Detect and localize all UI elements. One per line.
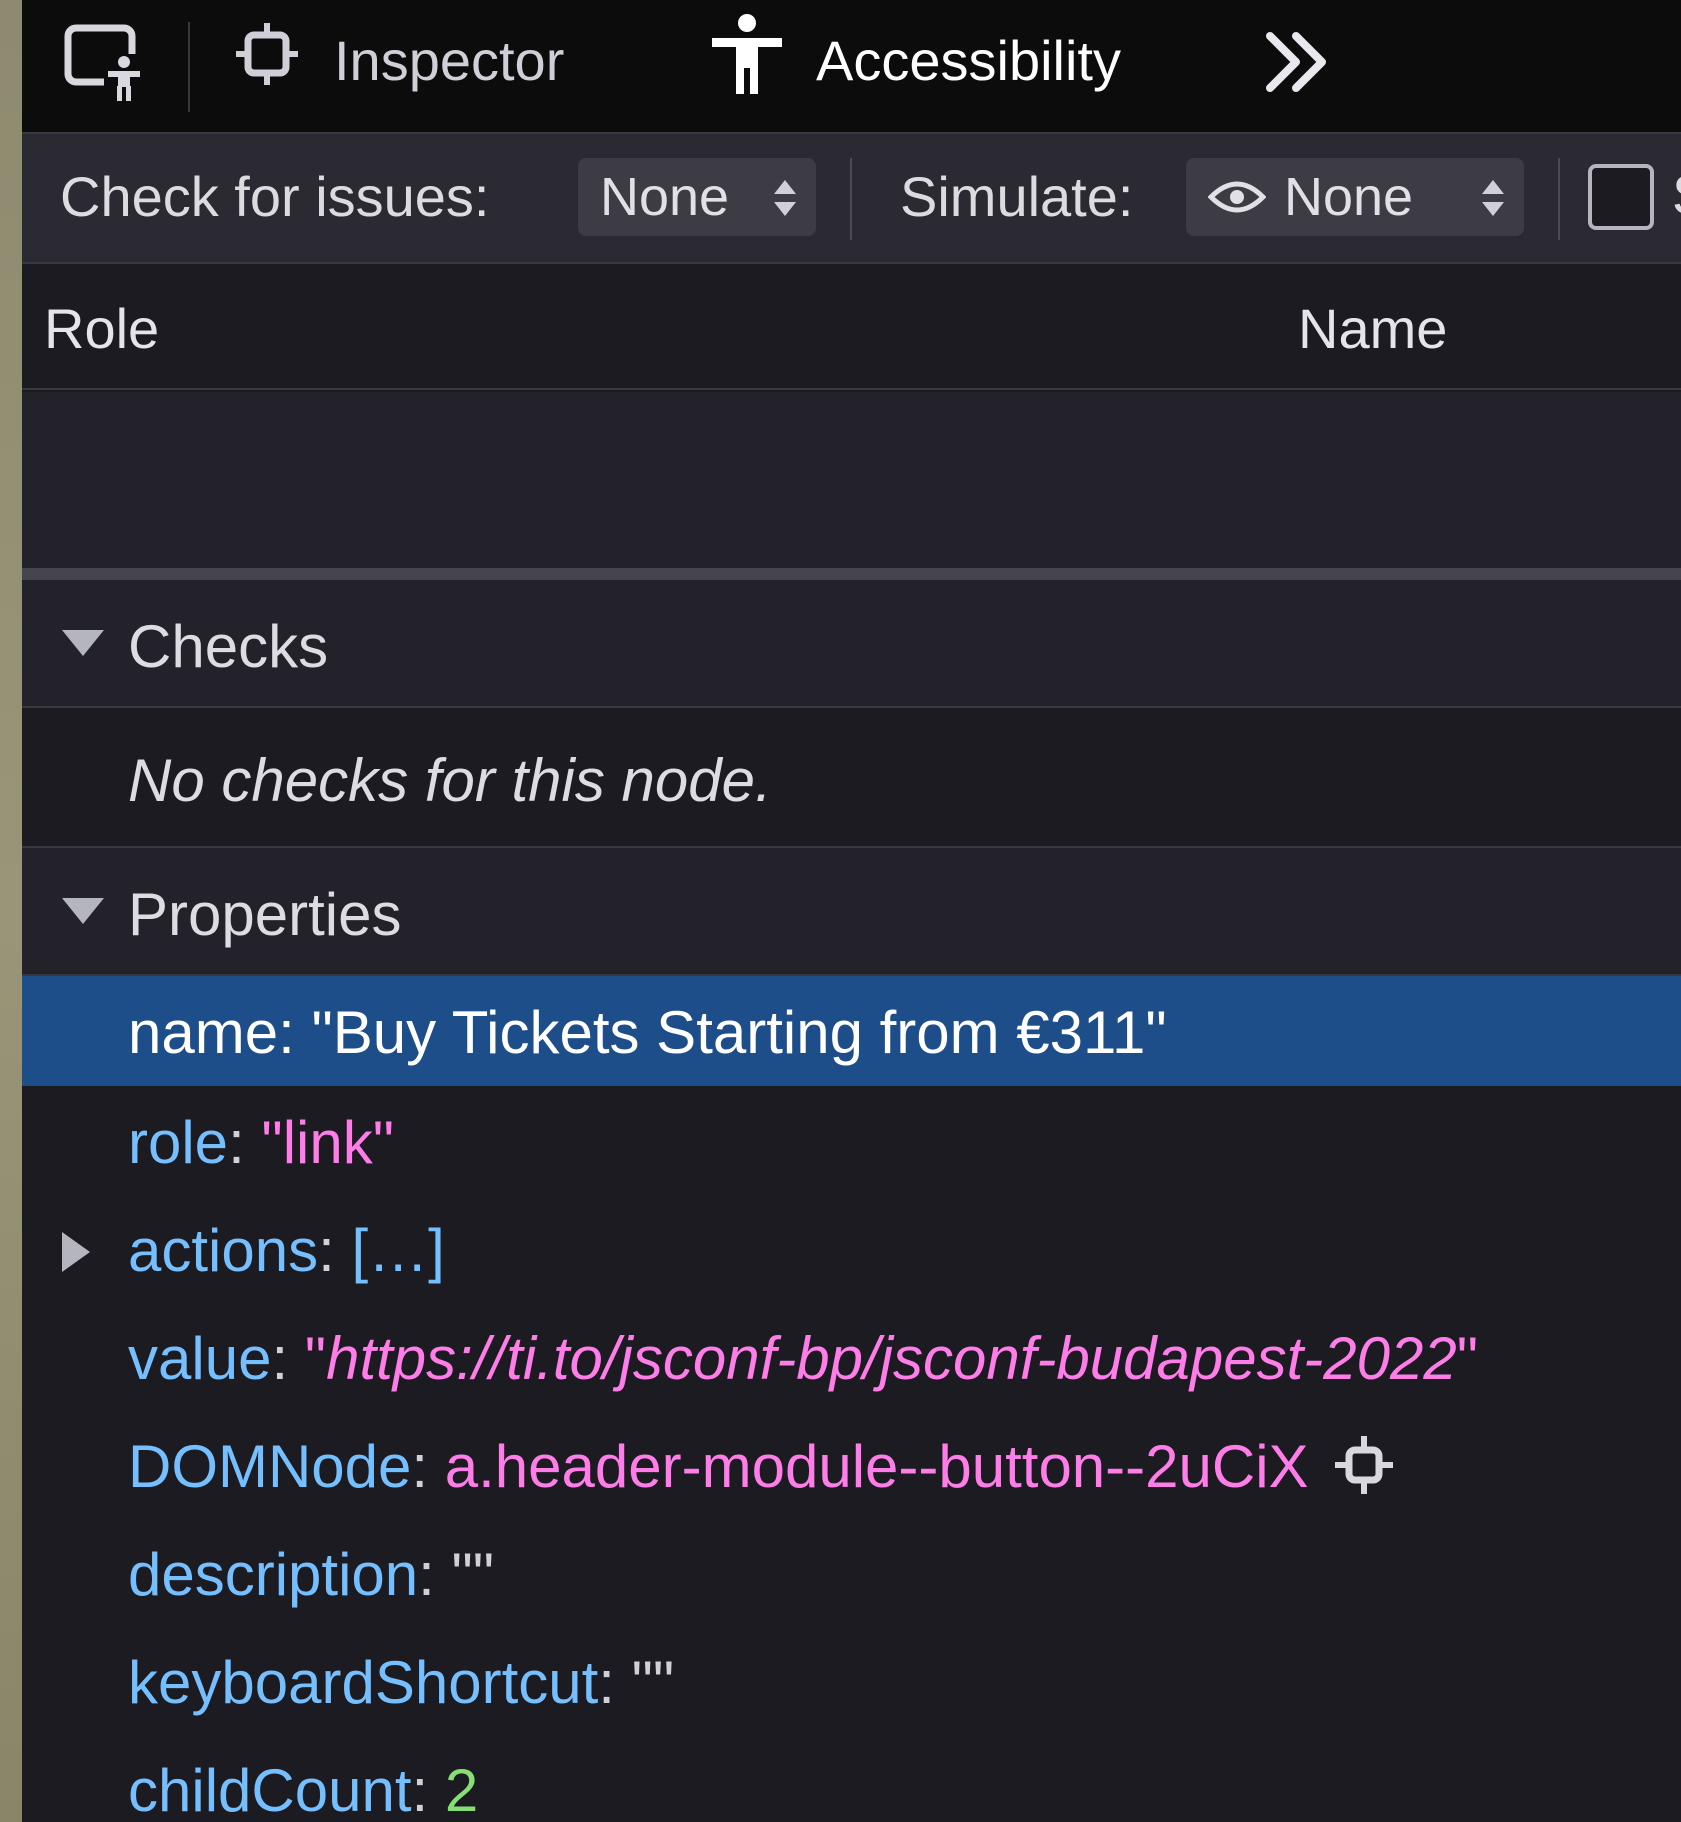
property-value-open-quote: " xyxy=(304,1325,327,1392)
property-value-url: https://ti.to/jsconf-bp/jsconf-budapest-… xyxy=(326,1325,1457,1392)
property-value: "link" xyxy=(261,1109,395,1176)
simulate-value: None xyxy=(1284,167,1414,227)
property-key: keyboardShortcut xyxy=(128,1649,599,1716)
tab-accessibility-label: Accessibility xyxy=(816,28,1121,92)
devtools-window: Inspector Accessibility Check for issues… xyxy=(0,0,1681,1822)
property-key: actions xyxy=(128,1217,319,1284)
property-value-close-quote: " xyxy=(1456,1325,1479,1392)
property-row-keyboard-shortcut[interactable]: keyboardShortcut: "" xyxy=(22,1626,1681,1736)
checks-section-header[interactable]: Checks xyxy=(22,580,1681,708)
accessibility-tree-body[interactable] xyxy=(22,392,1681,568)
more-tabs-button[interactable] xyxy=(1262,22,1342,102)
tab-accessibility[interactable]: Accessibility xyxy=(712,10,1121,110)
toolbar-separator xyxy=(1558,158,1560,240)
checks-title: Checks xyxy=(128,613,329,680)
simulate-label: Simulate: xyxy=(900,165,1134,228)
column-header-name[interactable]: Name xyxy=(1298,296,1447,361)
simulate-select[interactable]: None xyxy=(1186,158,1524,236)
property-key: value xyxy=(128,1325,272,1392)
property-row-value[interactable]: value: "https://ti.to/jsconf-bp/jsconf-b… xyxy=(22,1302,1681,1412)
property-colon: : xyxy=(411,1757,445,1822)
checks-empty-message: No checks for this node. xyxy=(22,710,1681,848)
property-key: role xyxy=(128,1109,229,1176)
no-checks-text: No checks for this node. xyxy=(128,747,772,814)
accessibility-icon xyxy=(712,13,782,107)
property-colon: : xyxy=(278,999,312,1066)
check-for-issues-value: None xyxy=(600,167,730,227)
property-colon: : xyxy=(598,1649,632,1716)
inspector-icon xyxy=(234,21,300,100)
accessibility-picker-button[interactable] xyxy=(64,22,154,102)
devtools-panel: Inspector Accessibility Check for issues… xyxy=(22,0,1681,1822)
checkbox-label-truncated: S xyxy=(1672,162,1681,227)
panel-splitter[interactable] xyxy=(22,568,1681,580)
property-key: childCount xyxy=(128,1757,412,1822)
devtools-tab-bar: Inspector Accessibility xyxy=(22,0,1681,134)
tree-header: Role Name xyxy=(22,264,1681,390)
select-node-icon[interactable] xyxy=(1331,1432,1397,1498)
property-row-child-count[interactable]: childCount: 2 xyxy=(22,1734,1681,1822)
property-colon: : xyxy=(228,1109,262,1176)
eye-icon xyxy=(1208,181,1266,213)
property-row-role[interactable]: role: "link" xyxy=(22,1086,1681,1196)
accessibility-toolbar: Check for issues: None Simulate: None xyxy=(22,134,1681,264)
check-for-issues-label: Check for issues: xyxy=(60,165,490,228)
property-colon: : xyxy=(411,1433,445,1500)
properties-list: name: "Buy Tickets Starting from €311" r… xyxy=(22,976,1681,1822)
select-arrows-icon xyxy=(774,180,796,216)
double-chevron-right-icon xyxy=(1266,32,1326,92)
collapsed-triangle-icon[interactable] xyxy=(62,1232,90,1272)
toolbar-separator xyxy=(850,158,852,240)
accessibility-picker-icon xyxy=(64,24,150,102)
property-key: name xyxy=(128,999,279,1066)
property-value: "" xyxy=(451,1541,495,1608)
property-value: "" xyxy=(631,1649,675,1716)
property-colon: : xyxy=(318,1217,352,1284)
property-colon: : xyxy=(418,1541,452,1608)
properties-section-header[interactable]: Properties xyxy=(22,848,1681,976)
properties-title: Properties xyxy=(128,881,402,948)
property-row-description[interactable]: description: "" xyxy=(22,1518,1681,1628)
property-value: […] xyxy=(351,1217,445,1284)
show-tabbing-order-checkbox[interactable] xyxy=(1588,164,1654,230)
property-value: 2 xyxy=(444,1757,479,1822)
property-row-name[interactable]: name: "Buy Tickets Starting from €311" xyxy=(22,976,1681,1086)
tab-separator xyxy=(188,22,190,112)
property-row-domnode[interactable]: DOMNode: a.header-module--button--2uCiX xyxy=(22,1410,1681,1520)
expanded-triangle-icon xyxy=(62,898,104,924)
check-for-issues-select[interactable]: None xyxy=(578,158,816,236)
desktop-background-edge xyxy=(0,0,22,1822)
column-header-role[interactable]: Role xyxy=(44,296,159,361)
property-key: description xyxy=(128,1541,419,1608)
tab-inspector[interactable]: Inspector xyxy=(234,10,564,110)
select-arrows-icon xyxy=(1482,180,1504,216)
expanded-triangle-icon xyxy=(62,630,104,656)
property-row-actions[interactable]: actions: […] xyxy=(22,1194,1681,1304)
tab-inspector-label: Inspector xyxy=(334,28,565,92)
property-colon: : xyxy=(271,1325,305,1392)
property-key: DOMNode xyxy=(128,1433,412,1500)
property-value: "Buy Tickets Starting from €311" xyxy=(311,999,1167,1066)
property-value: a.header-module--button--2uCiX xyxy=(444,1433,1309,1500)
